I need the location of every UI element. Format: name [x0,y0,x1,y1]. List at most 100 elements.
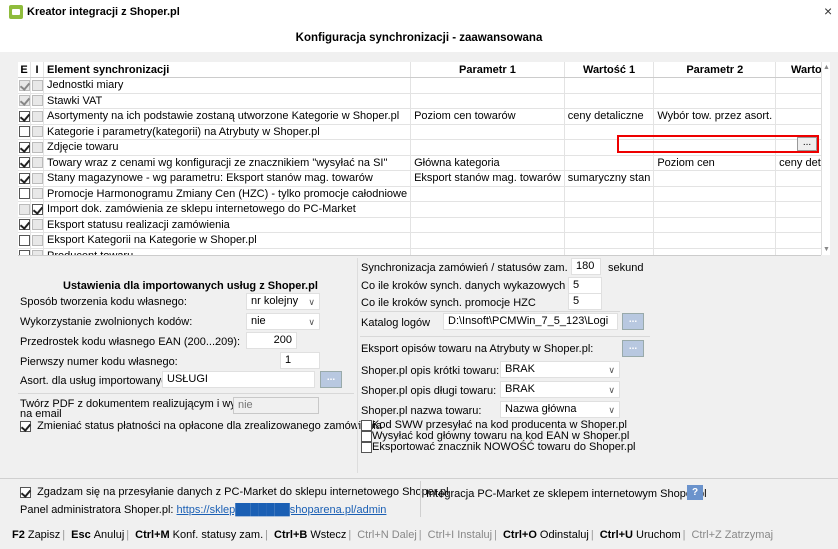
cell-param2[interactable] [653,201,777,218]
steps-input[interactable]: 5 [568,277,602,294]
cell-i[interactable] [30,93,44,109]
export-checkbox[interactable] [19,219,30,231]
cell-i[interactable] [30,201,44,218]
scroll-up-icon[interactable]: ▲ [823,64,830,71]
cell-element[interactable]: Stany magazynowe - wg parametru: Eksport… [43,170,412,187]
cell-param1[interactable] [410,93,565,109]
table-row[interactable]: Asortymenty na ich podstawie zostaną utw… [18,108,821,125]
cell-param1[interactable]: Poziom cen towarów [410,108,565,125]
new-flag-checkbox[interactable] [361,441,372,453]
code-method-select[interactable]: nr kolejny ∨ [246,293,320,310]
cell-e[interactable] [18,139,31,156]
cell-e[interactable] [18,217,31,233]
cell-param1[interactable] [410,186,565,202]
col-header-val1[interactable]: Wartość 1 [564,62,655,78]
pdf-select[interactable]: nie [233,397,319,414]
import-checkbox[interactable] [32,203,43,215]
cell-element[interactable]: Producent towaru [43,248,412,255]
shortcut-odinstaluj[interactable]: Ctrl+O Odinstaluj [499,529,589,541]
cell-val1[interactable] [564,186,655,202]
export-desc-button[interactable]: ... [622,340,644,357]
cell-i[interactable] [30,139,44,156]
consent-checkbox[interactable] [20,486,31,498]
help-button[interactable]: ? [687,485,703,500]
payment-status-checkbox-row[interactable]: Zmieniać status płatności na opłacone dl… [20,420,382,432]
cell-val1[interactable] [564,93,655,109]
admin-panel-link[interactable]: https://sklep███████shoparena.pl/admin [177,504,387,516]
cell-param1[interactable] [410,248,565,255]
cell-param2[interactable] [653,186,777,202]
cell-param2[interactable] [653,232,777,249]
sww-checkbox[interactable] [361,419,372,431]
cell-element[interactable]: Kategorie i parametry(kategorii) na Atry… [43,124,412,140]
col-header-param1[interactable]: Parametr 1 [410,62,565,78]
cell-val2[interactable] [775,217,821,233]
cell-param1[interactable] [410,124,565,140]
cell-i[interactable] [30,155,44,171]
cell-element[interactable]: Towary wraz z cenami wg konfiguracji ze … [43,155,412,171]
cell-val1[interactable] [564,155,655,171]
cell-i[interactable] [30,186,44,202]
cell-param2[interactable] [653,248,777,255]
cell-i[interactable] [30,77,44,94]
shortcut-anuluj[interactable]: Esc Anuluj [67,529,124,541]
product-name-select[interactable]: Nazwa główna ∨ [500,401,620,418]
cell-val1[interactable] [564,232,655,249]
export-checkbox[interactable] [19,141,30,153]
cell-val2[interactable] [775,186,821,202]
cell-param2[interactable] [653,217,777,233]
cell-param1[interactable]: Eksport stanów mag. towarów [410,170,565,187]
cell-val2[interactable] [775,232,821,249]
grid-scrollbar[interactable]: ▲ ▼ [821,62,830,255]
new-flag-checkbox-row[interactable]: Eksportować znacznik NOWOŚĆ towaru do Sh… [361,441,636,453]
cell-param1[interactable] [410,77,565,94]
cell-param1[interactable] [410,139,565,156]
cell-param1[interactable] [410,201,565,218]
cell-param2[interactable] [653,170,777,187]
cell-e[interactable] [18,201,31,218]
export-checkbox[interactable] [19,126,30,138]
sync-orders-input[interactable]: 180 [571,258,601,275]
hzc-input[interactable]: 5 [568,293,602,310]
cell-element[interactable]: Eksport Kategorii na Kategorie w Shoper.… [43,232,412,249]
cell-val2[interactable] [775,170,821,187]
col-header-element[interactable]: Element synchronizacji [43,62,412,78]
table-row[interactable]: Eksport statusu realizacji zamówienia [18,217,821,233]
cell-param2[interactable] [653,93,777,109]
col-header-val2[interactable]: Wartość 2 [775,62,821,78]
first-number-input[interactable]: 1 [280,352,320,369]
log-dir-browse-button[interactable]: ... [622,313,644,330]
table-row[interactable]: Stany magazynowe - wg parametru: Eksport… [18,170,821,187]
cell-val2[interactable] [775,77,821,94]
cell-i[interactable] [30,124,44,140]
cell-val2[interactable] [775,93,821,109]
export-checkbox[interactable] [19,157,30,169]
cell-e[interactable] [18,77,31,94]
table-row[interactable]: Producent towaru [18,248,821,255]
cell-element[interactable]: Import dok. zamówienia ze sklepu interne… [43,201,412,218]
cell-element[interactable]: Eksport statusu realizacji zamówienia [43,217,412,233]
cell-e[interactable] [18,108,31,125]
cell-e[interactable] [18,93,31,109]
col-header-i[interactable]: I [30,62,44,78]
table-row[interactable]: Import dok. zamówienia ze sklepu interne… [18,201,821,218]
cell-element[interactable]: Promocje Harmonogramu Zmiany Cen (HZC) -… [43,186,412,202]
scroll-down-icon[interactable]: ▼ [823,246,830,253]
param2-picker-button[interactable]: ... [797,137,817,151]
shortcut-wstecz[interactable]: Ctrl+B Wstecz [270,529,346,541]
shortcut-uruchom[interactable]: Ctrl+U Uruchom [596,529,681,541]
cell-val2[interactable]: ceny detaliczne [775,155,821,171]
shortcut-zapisz[interactable]: F2 Zapisz [8,529,60,541]
log-dir-input[interactable]: D:\Insoft\PCMWin_7_5_123\Logi [443,313,618,330]
ean-prefix-input[interactable]: 200 [246,332,297,349]
long-desc-select[interactable]: BRAK ∨ [500,381,620,398]
cell-element[interactable]: Zdjęcie towaru [43,139,412,156]
cell-param2[interactable]: Poziom cen [653,155,777,171]
cell-param2[interactable]: Wybór tow. przez asort. [653,108,777,125]
cell-val1[interactable] [564,77,655,94]
cell-i[interactable] [30,108,44,125]
cell-i[interactable] [30,248,44,255]
cell-val2[interactable] [775,201,821,218]
table-row[interactable]: Promocje Harmonogramu Zmiany Cen (HZC) -… [18,186,821,202]
cell-val1[interactable] [564,201,655,218]
